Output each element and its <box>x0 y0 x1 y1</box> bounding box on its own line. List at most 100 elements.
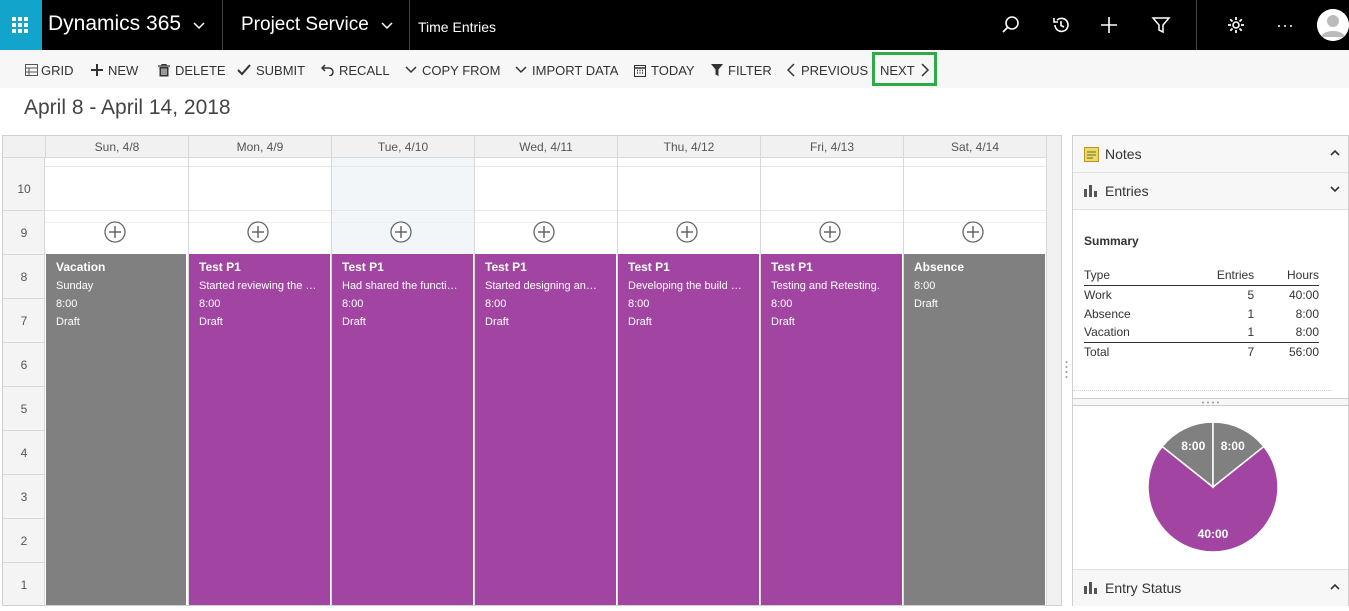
today-button[interactable]: TODAY <box>634 58 695 82</box>
date-range-title: April 8 - April 14, 2018 <box>24 96 231 119</box>
nav-separator <box>1196 0 1197 50</box>
recent-history-icon[interactable] <box>1051 15 1071 35</box>
entries-section-header[interactable]: Entries <box>1073 173 1348 210</box>
hour-label: 6 <box>20 358 28 372</box>
grid-line <box>45 210 1046 211</box>
entry-status: Draft <box>771 316 795 328</box>
hour-label: 7 <box>20 314 28 328</box>
plus-icon <box>91 64 103 76</box>
user-avatar[interactable] <box>1317 9 1349 41</box>
add-entry-icon[interactable] <box>104 221 126 243</box>
chevron-down-icon <box>1330 186 1340 193</box>
pie-svg: 40:00 8:00 8:00 <box>1147 421 1279 553</box>
recall-button[interactable]: RECALL <box>321 58 390 82</box>
plus-icon[interactable] <box>1099 15 1119 35</box>
chevron-down-icon <box>515 66 527 74</box>
gear-icon[interactable] <box>1226 15 1246 35</box>
chevron-right-icon <box>921 63 929 77</box>
hour-divider <box>3 342 45 343</box>
add-entry-icon[interactable] <box>676 221 698 243</box>
app-launcher-button[interactable] <box>0 0 42 50</box>
chevron-down-icon[interactable] <box>381 22 393 30</box>
filter-icon <box>711 64 723 76</box>
filter-button[interactable]: FILTER <box>711 58 772 82</box>
copy-from-label: COPY FROM <box>422 62 501 78</box>
hour-divider <box>3 254 45 255</box>
summary-table: Type Entries Hours Work 5 40:00 Absence … <box>1084 266 1319 361</box>
day-header: Tue, 4/10 <box>331 136 474 158</box>
time-entry-work[interactable]: Test P1 Testing and Retesting. 8:00 Draf… <box>761 254 902 605</box>
add-entry-icon[interactable] <box>390 221 412 243</box>
hours-header: Hours <box>1254 266 1319 286</box>
entry-description: Started designing an… <box>485 280 597 292</box>
calendar-scrollbar[interactable] <box>1046 136 1061 605</box>
more-icon[interactable] <box>1275 15 1295 35</box>
divider <box>1073 390 1331 391</box>
time-entry-work[interactable]: Test P1 Had shared the functi… 8:00 Draf… <box>332 254 473 605</box>
hour-divider <box>3 430 45 431</box>
add-entry-icon[interactable] <box>533 221 555 243</box>
total-type: Total <box>1084 341 1179 361</box>
bar-chart-icon <box>1084 185 1097 197</box>
notes-section-header[interactable]: Notes <box>1073 136 1348 173</box>
total-hours: 56:00 <box>1254 341 1319 361</box>
pane-splitter[interactable] <box>1073 398 1348 406</box>
row-entries: 1 <box>1247 306 1255 321</box>
new-button[interactable]: NEW <box>91 58 138 82</box>
add-entry-icon[interactable] <box>962 221 984 243</box>
row-entries: 1 <box>1247 325 1255 340</box>
splitter-handle-icon[interactable] <box>1065 360 1068 380</box>
delete-label: DELETE <box>175 62 226 78</box>
time-entry-work[interactable]: Test P1 Started reviewing the … 8:00 Dra… <box>189 254 330 605</box>
add-entry-icon[interactable] <box>247 221 269 243</box>
user-icon <box>1317 9 1349 41</box>
add-entry-icon[interactable] <box>819 221 841 243</box>
entry-duration: 8:00 <box>628 298 650 310</box>
time-entry-absence[interactable]: Absence 8:00 Draft <box>904 254 1045 605</box>
brand-title[interactable]: Dynamics 365 <box>48 12 181 36</box>
entry-description: Sunday <box>56 280 94 292</box>
hour-divider <box>3 562 45 563</box>
today-label: TODAY <box>651 62 695 78</box>
entry-title: Test P1 <box>199 260 241 274</box>
table-row: Work 5 40:00 <box>1084 285 1319 304</box>
time-entry-work[interactable]: Test P1 Developing the build … 8:00 Draf… <box>618 254 759 605</box>
summary-header-row: Type Entries Hours <box>1084 266 1319 286</box>
delete-button[interactable]: DELETE <box>158 58 226 82</box>
pie-slice-label: 8:00 <box>1181 439 1205 453</box>
row-type: Vacation <box>1084 325 1130 340</box>
import-data-button[interactable]: IMPORT DATA <box>515 58 618 82</box>
entry-title: Test P1 <box>485 260 527 274</box>
area-name[interactable]: Time Entries <box>418 19 496 35</box>
filter-icon[interactable] <box>1151 15 1171 35</box>
submit-button[interactable]: SUBMIT <box>237 58 305 82</box>
hour-label: 3 <box>20 490 28 504</box>
time-entry-work[interactable]: Test P1 Started designing an… 8:00 Draft <box>475 254 616 605</box>
next-label: NEXT <box>880 62 915 78</box>
side-panel: Notes Entries Summary Type Entries Hours… <box>1072 135 1349 606</box>
hour-divider <box>3 474 45 475</box>
day-header: Mon, 4/9 <box>188 136 331 158</box>
entry-status: Draft <box>56 316 80 328</box>
grid-line <box>45 166 1046 167</box>
row-type: Work <box>1084 287 1112 302</box>
hour-divider <box>3 386 45 387</box>
previous-button[interactable]: PREVIOUS <box>787 58 868 82</box>
row-hours: 8:00 <box>1295 306 1319 321</box>
entry-duration: 8:00 <box>485 298 507 310</box>
next-button[interactable]: NEXT <box>880 58 935 82</box>
hour-column: 10 9 8 7 6 5 4 3 2 1 <box>3 158 45 605</box>
app-name[interactable]: Project Service <box>241 14 369 36</box>
hour-divider <box>3 298 45 299</box>
undo-icon <box>321 64 334 76</box>
entry-status-section-header[interactable]: Entry Status <box>1073 569 1348 606</box>
grid-button[interactable]: GRID <box>25 58 74 82</box>
chevron-down-icon[interactable] <box>193 22 205 30</box>
search-icon[interactable] <box>1001 15 1021 35</box>
bar-chart-icon <box>1084 582 1097 594</box>
total-entries: 7 <box>1178 341 1255 361</box>
time-entry-vacation[interactable]: Vacation Sunday 8:00 Draft <box>46 254 186 605</box>
copy-from-button[interactable]: COPY FROM <box>405 58 501 82</box>
type-header: Type <box>1084 266 1179 286</box>
entry-status: Draft <box>628 316 652 328</box>
